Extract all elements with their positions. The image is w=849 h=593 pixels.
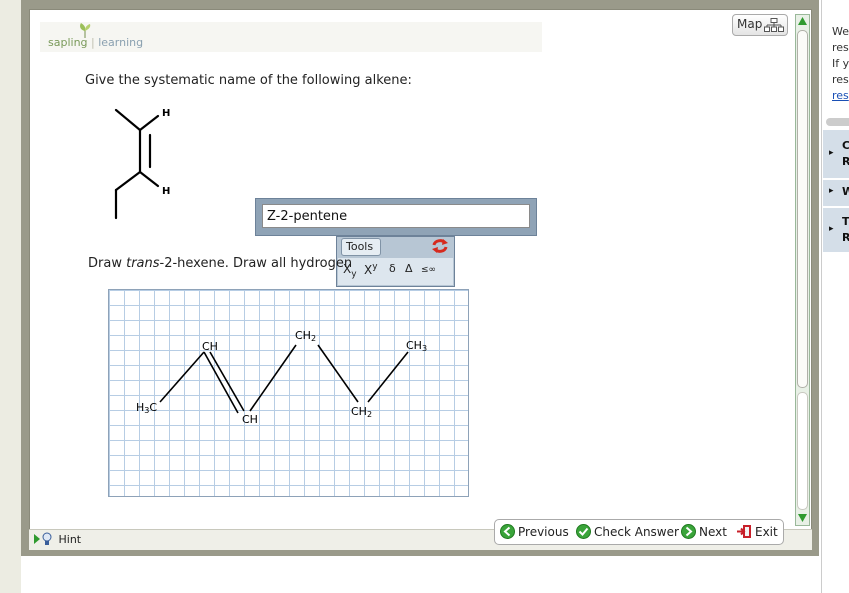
question-1-prompt: Give the systematic name of the followin… bbox=[85, 73, 412, 88]
alkene-structure: H H bbox=[114, 108, 170, 220]
next-button[interactable]: Next bbox=[681, 524, 727, 539]
exit-door-icon bbox=[737, 525, 751, 538]
check-answer-button[interactable]: Check Answer bbox=[576, 524, 679, 539]
hydrogen-label-top: H bbox=[162, 108, 170, 119]
ch-label-1: CH bbox=[202, 340, 218, 353]
delta-tool[interactable]: Δ bbox=[405, 262, 413, 275]
map-button-label: Map bbox=[737, 17, 763, 31]
hint-button[interactable]: Hint bbox=[33, 532, 81, 546]
next-arrow-icon bbox=[681, 524, 696, 539]
ch3-label: CH3 bbox=[406, 339, 427, 353]
right-panel-divider bbox=[826, 118, 849, 126]
partial-charge-tool[interactable]: δ bbox=[389, 262, 396, 275]
expand-arrow-icon: ▸ bbox=[829, 224, 834, 234]
exit-label: Exit bbox=[755, 525, 778, 539]
hydrogen-label-bottom: H bbox=[162, 186, 170, 197]
h3c-label: H3C bbox=[136, 401, 157, 415]
hint-label: Hint bbox=[58, 533, 82, 546]
ch2-label-2: CH2 bbox=[351, 405, 372, 419]
superscript-tool[interactable]: Xy bbox=[364, 262, 378, 277]
sitemap-icon bbox=[764, 18, 784, 32]
next-label: Next bbox=[699, 525, 727, 539]
checkmark-icon bbox=[576, 524, 591, 539]
refresh-icon[interactable] bbox=[431, 238, 449, 254]
previous-arrow-icon bbox=[500, 524, 515, 539]
ch2-label-1: CH2 bbox=[295, 329, 316, 343]
hexene-structure: H3C CH CH CH2 CH2 CH3 bbox=[136, 329, 427, 426]
symbols-menu-tool[interactable]: ≤∞ bbox=[421, 265, 436, 275]
scroll-up-arrow-icon[interactable] bbox=[797, 16, 808, 26]
expand-arrow-icon: ▸ bbox=[829, 186, 834, 196]
map-button[interactable]: Map bbox=[732, 14, 788, 36]
scroll-down-arrow-icon[interactable] bbox=[797, 513, 808, 523]
resources-link[interactable]: res bbox=[832, 88, 849, 104]
exit-button[interactable]: Exit bbox=[736, 524, 778, 539]
right-panel-border bbox=[821, 0, 822, 593]
ch-label-2: CH bbox=[242, 413, 258, 426]
sapling-learning-logo: sapling | learning bbox=[48, 36, 144, 49]
scrollbar-thumb[interactable] bbox=[797, 30, 808, 388]
right-panel-item-3[interactable]: ▸ T R bbox=[823, 208, 849, 252]
right-panel-item-2[interactable]: ▸ W bbox=[823, 180, 849, 206]
right-panel-item-1[interactable]: ▸ C R bbox=[823, 130, 849, 178]
question-2-prompt: Draw trans-2-hexene. Draw all hydrogen bbox=[88, 256, 353, 271]
previous-label: Previous bbox=[518, 525, 569, 539]
answer-input[interactable] bbox=[262, 204, 530, 228]
left-margin-strip bbox=[0, 0, 21, 593]
check-answer-label: Check Answer bbox=[594, 525, 679, 539]
previous-button[interactable]: Previous bbox=[500, 524, 569, 539]
logo-sapling-text: sapling bbox=[48, 36, 88, 49]
right-panel-text: We res If y res res bbox=[832, 24, 849, 104]
expand-arrow-icon: ▸ bbox=[829, 148, 834, 158]
lightbulb-icon bbox=[34, 532, 52, 545]
tools-tab[interactable]: Tools bbox=[341, 238, 381, 256]
scrollbar-track-lower[interactable] bbox=[797, 392, 808, 510]
logo-learning-text: learning bbox=[98, 36, 144, 49]
